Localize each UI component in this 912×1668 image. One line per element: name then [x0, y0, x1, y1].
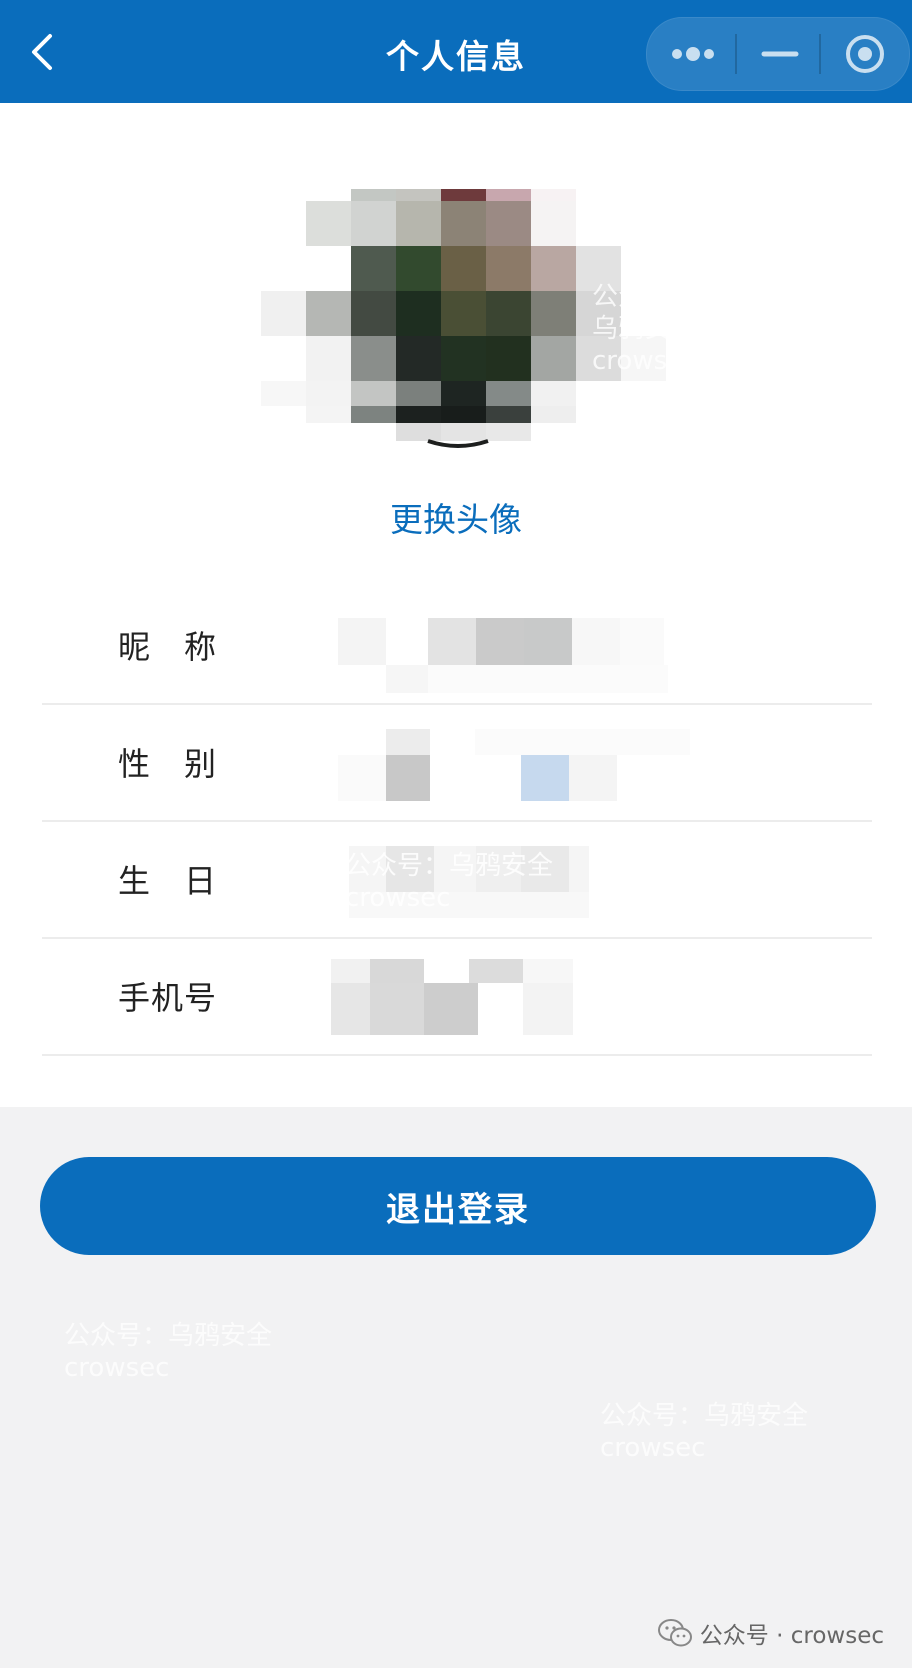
change-avatar-link[interactable]: 更换头像	[0, 493, 912, 541]
more-dots-icon	[672, 47, 714, 61]
more-button[interactable]	[647, 18, 731, 90]
phone-label: 手机号	[118, 979, 218, 1017]
pixelated-value	[349, 846, 589, 918]
field-row-gender[interactable]: 性 别	[42, 703, 872, 822]
capsule-divider	[819, 34, 821, 74]
footer-brand: 公众号 · crowsec	[657, 1616, 884, 1650]
minimize-icon	[761, 51, 799, 57]
wechat-icon	[657, 1619, 692, 1647]
phone-value	[327, 937, 847, 1054]
pixelated-value	[331, 959, 573, 1035]
nickname-label: 昵 称	[118, 628, 218, 666]
nickname-value	[327, 586, 847, 703]
field-row-birthday[interactable]: 生 日 公众号：乌鸦安全 crowsec	[42, 820, 872, 939]
pixelated-value	[338, 618, 668, 693]
birthday-value: 公众号：乌鸦安全 crowsec	[327, 820, 847, 937]
pixelated-value	[338, 729, 690, 801]
logout-button[interactable]: 退出登录	[40, 1157, 876, 1255]
gender-value	[327, 703, 847, 820]
field-row-nickname[interactable]: 昵 称	[42, 586, 872, 705]
close-button[interactable]	[823, 18, 907, 90]
watermark: 公众号：乌鸦安全 crowsec	[600, 1401, 809, 1463]
gender-label: 性 别	[118, 745, 218, 783]
profile-panel: 公众号：乌鸦安全 crowsec 更换头像 昵 称 性 别 生 日 公众号：乌鸦…	[0, 103, 912, 1107]
mini-program-capsule	[646, 17, 910, 91]
avatar[interactable]: 公众号：乌鸦安全 crowsec	[258, 189, 697, 449]
watermark: 公众号：乌鸦安全 crowsec	[64, 1321, 273, 1383]
nav-bar: 个人信息	[0, 0, 912, 103]
target-circle-icon	[846, 35, 884, 73]
avatar-image	[261, 189, 666, 448]
birthday-label: 生 日	[118, 862, 218, 900]
field-row-phone[interactable]: 手机号	[42, 937, 872, 1056]
footer-text: 公众号 · crowsec	[699, 1623, 884, 1649]
minimize-button[interactable]	[737, 18, 821, 90]
